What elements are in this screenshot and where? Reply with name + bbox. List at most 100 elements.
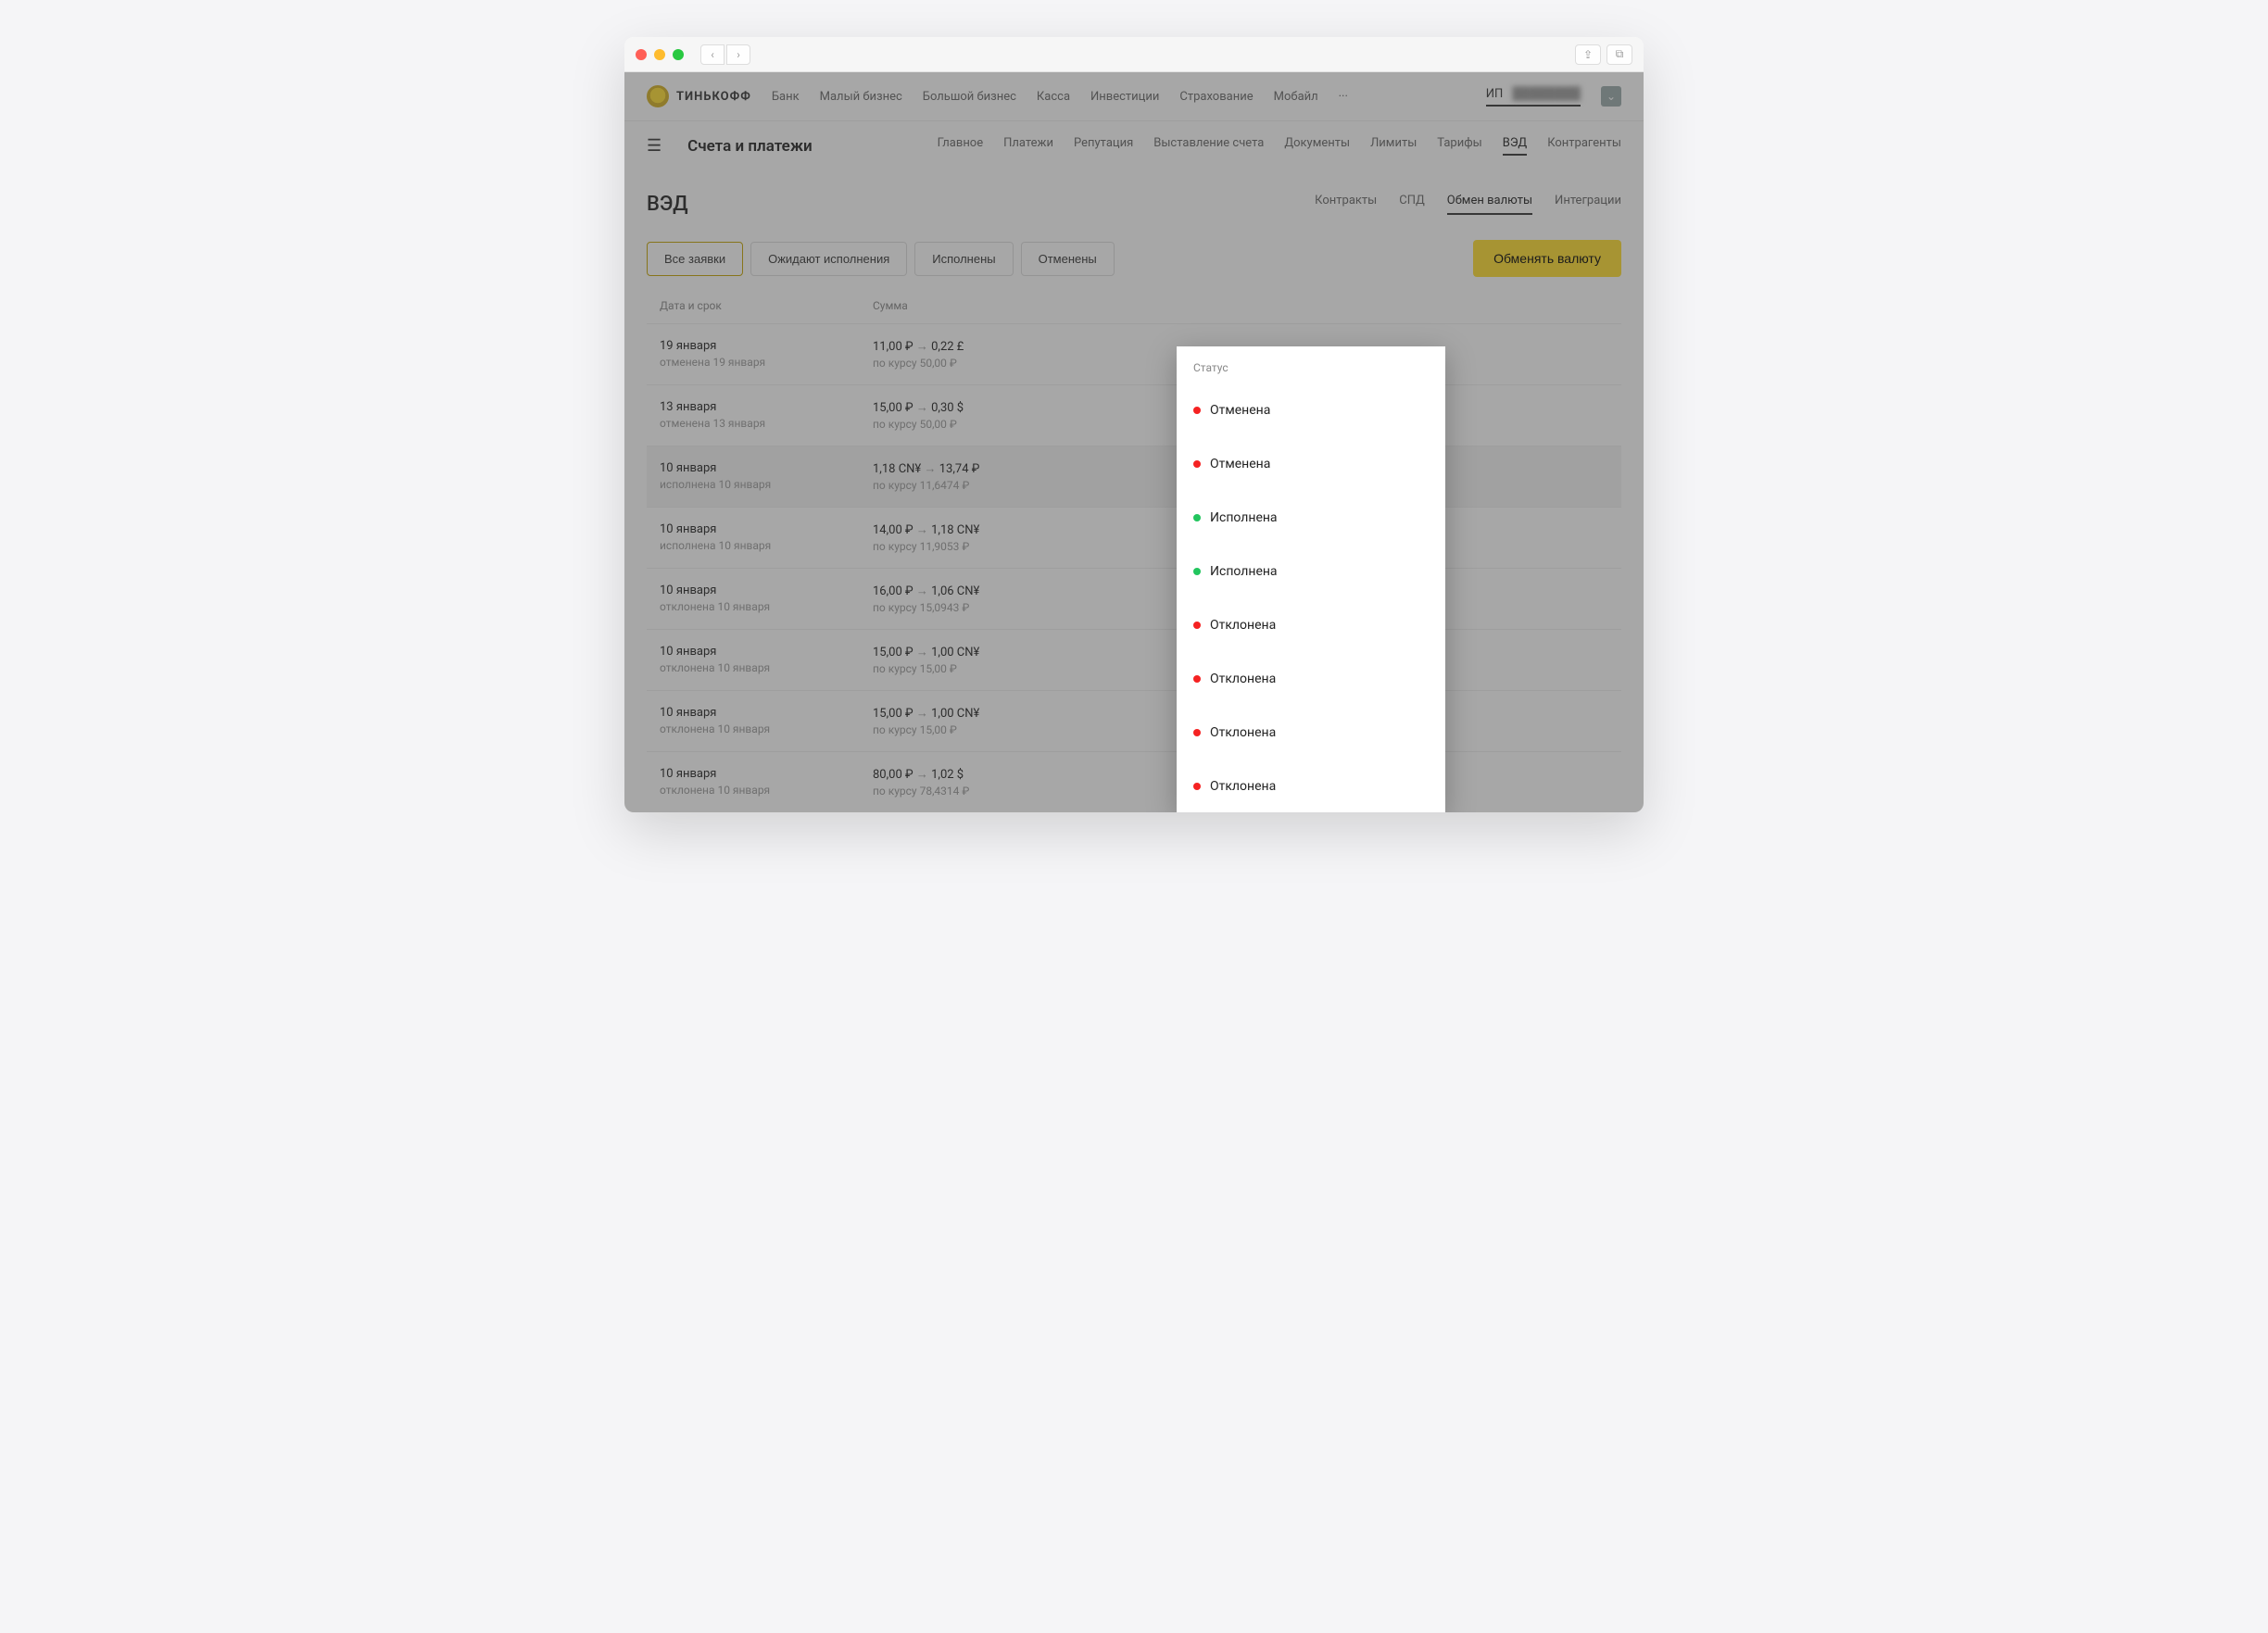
row-date-detail: отклонена 10 января	[660, 600, 873, 613]
more-menu[interactable]: ···	[1339, 90, 1348, 104]
row-date: 10 января	[660, 584, 873, 597]
table-row[interactable]: 19 январяотменена 19 января11,00 ₽ → 0,2…	[647, 323, 1621, 384]
chevron-down-icon[interactable]: ⌄	[1601, 86, 1621, 107]
row-rate: по курсу 15,0943 ₽	[873, 601, 1206, 614]
user-name-blurred: ████████	[1512, 86, 1581, 101]
window-titlebar: ‹ › ⇪ ⧉	[624, 37, 1644, 72]
row-date-detail: отклонена 10 января	[660, 784, 873, 797]
col-date: Дата и срок	[660, 299, 873, 312]
logo-icon	[647, 85, 669, 107]
status-dot-icon	[1193, 514, 1201, 521]
brand-text: ТИНЬКОФФ	[676, 90, 751, 104]
status-row[interactable]: Отклонена	[1177, 598, 1445, 652]
back-button[interactable]: ‹	[700, 44, 724, 65]
page-subtab[interactable]: СПД	[1399, 194, 1425, 215]
row-sum: 15,00 ₽ → 1,00 CN¥	[873, 645, 1206, 659]
subnav-tab[interactable]: Документы	[1284, 136, 1350, 156]
subnav-tab[interactable]: Контрагенты	[1547, 136, 1621, 156]
table-row[interactable]: 13 январяотменена 13 января15,00 ₽ → 0,3…	[647, 384, 1621, 446]
topnav-item[interactable]: Инвестиции	[1090, 90, 1159, 104]
status-label: Отклонена	[1210, 725, 1276, 740]
row-sum: 11,00 ₽ → 0,22 £	[873, 339, 1206, 354]
row-sum: 15,00 ₽ → 1,00 CN¥	[873, 706, 1206, 721]
status-label: Отклонена	[1210, 779, 1276, 794]
subnav-tab[interactable]: Главное	[938, 136, 984, 156]
filter-button[interactable]: Ожидают исполнения	[750, 242, 907, 276]
row-rate: по курсу 78,4314 ₽	[873, 785, 1206, 798]
brand-logo[interactable]: ТИНЬКОФФ	[647, 85, 751, 107]
row-date-detail: исполнена 10 января	[660, 478, 873, 491]
status-header: Статус	[1177, 361, 1445, 383]
status-dot-icon	[1193, 783, 1201, 790]
row-rate: по курсу 50,00 ₽	[873, 357, 1206, 370]
row-date: 19 января	[660, 339, 873, 353]
status-row[interactable]: Отменена	[1177, 437, 1445, 491]
table-row[interactable]: 10 января отклонена 10 января15,00 ₽ → 1,…	[647, 629, 1621, 690]
subnav-tab[interactable]: Тарифы	[1437, 136, 1481, 156]
sub-navigation: ☰ Счета и платежи ГлавноеПлатежиРепутаци…	[624, 121, 1644, 170]
status-label: Исполнена	[1210, 510, 1278, 525]
user-menu[interactable]: ИП ████████	[1486, 86, 1581, 107]
close-window-button[interactable]	[636, 49, 647, 60]
row-date-detail: отклонена 10 января	[660, 661, 873, 674]
status-label: Отклонена	[1210, 618, 1276, 633]
forward-button[interactable]: ›	[726, 44, 750, 65]
topnav-item[interactable]: Большой бизнес	[923, 90, 1016, 104]
row-sum: 16,00 ₽ → 1,06 CN¥	[873, 584, 1206, 598]
status-dot-icon	[1193, 460, 1201, 468]
row-date-detail: отменена 13 января	[660, 417, 873, 430]
status-row[interactable]: Отклонена	[1177, 760, 1445, 812]
topnav-item[interactable]: Мобайл	[1274, 90, 1318, 104]
filter-button[interactable]: Отменены	[1021, 242, 1115, 276]
subnav-tab[interactable]: Лимиты	[1370, 136, 1417, 156]
minimize-window-button[interactable]	[654, 49, 665, 60]
share-button[interactable]: ⇪	[1575, 44, 1601, 65]
row-rate: по курсу 11,9053 ₽	[873, 540, 1206, 553]
status-dot-icon	[1193, 622, 1201, 629]
subnav-tab[interactable]: ВЭД	[1503, 136, 1527, 156]
status-row[interactable]: Отклонена	[1177, 706, 1445, 760]
status-dot-icon	[1193, 675, 1201, 683]
table-row[interactable]: 10 января отклонена 10 января16,00 ₽ → 1,…	[647, 568, 1621, 629]
status-dot-icon	[1193, 407, 1201, 414]
topnav-item[interactable]: Касса	[1037, 90, 1070, 104]
row-rate: по курсу 15,00 ₽	[873, 723, 1206, 736]
page-subtab[interactable]: Обмен валюты	[1447, 194, 1532, 215]
table-row[interactable]: 10 январяисполнена 10 января1,18 CN¥ → 1…	[647, 446, 1621, 507]
status-dot-icon	[1193, 568, 1201, 575]
page-subtab[interactable]: Интеграции	[1555, 194, 1621, 215]
maximize-window-button[interactable]	[673, 49, 684, 60]
subnav-tab[interactable]: Платежи	[1003, 136, 1053, 156]
status-row[interactable]: Отклонена	[1177, 652, 1445, 706]
page-subtab[interactable]: Контракты	[1315, 194, 1377, 215]
topnav-item[interactable]: Страхование	[1179, 90, 1253, 104]
top-navigation: ТИНЬКОФФ Банк Малый бизнес Большой бизнес К…	[624, 72, 1644, 121]
row-date: 13 января	[660, 400, 873, 414]
row-date: 10 января	[660, 461, 873, 475]
page-title: ВЭД	[647, 193, 688, 216]
status-dot-icon	[1193, 729, 1201, 736]
table-row[interactable]: 10 январяотклонена 10 января80,00 ₽ → 1,…	[647, 751, 1621, 812]
filter-button[interactable]: Исполнены	[914, 242, 1013, 276]
status-label: Отклонена	[1210, 672, 1276, 686]
exchange-currency-button[interactable]: Обменять валюту	[1473, 240, 1621, 277]
status-row[interactable]: Исполнена	[1177, 491, 1445, 545]
row-sum: 14,00 ₽ → 1,18 CN¥	[873, 522, 1206, 537]
topnav-item[interactable]: Малый бизнес	[820, 90, 902, 104]
status-label: Исполнена	[1210, 564, 1278, 579]
row-date-detail: исполнена 10 января	[660, 539, 873, 552]
row-rate: по курсу 50,00 ₽	[873, 418, 1206, 431]
row-rate: по курсу 15,00 ₽	[873, 662, 1206, 675]
table-row[interactable]: 10 январяисполнена 10 января14,00 ₽ → 1,…	[647, 507, 1621, 568]
topnav-item[interactable]: Банк	[772, 90, 800, 104]
subnav-tab[interactable]: Репутация	[1074, 136, 1133, 156]
row-date: 10 января	[660, 645, 873, 659]
status-row[interactable]: Отменена	[1177, 383, 1445, 437]
row-sum: 80,00 ₽ → 1,02 $	[873, 767, 1206, 782]
table-row[interactable]: 10 январяотклонена 10 января15,00 ₽ → 1,…	[647, 690, 1621, 751]
tabs-button[interactable]: ⧉	[1606, 44, 1632, 65]
subnav-tab[interactable]: Выставление счета	[1153, 136, 1264, 156]
filter-button[interactable]: Все заявки	[647, 242, 743, 276]
menu-icon[interactable]: ☰	[647, 136, 662, 156]
status-row[interactable]: Исполнена	[1177, 545, 1445, 598]
